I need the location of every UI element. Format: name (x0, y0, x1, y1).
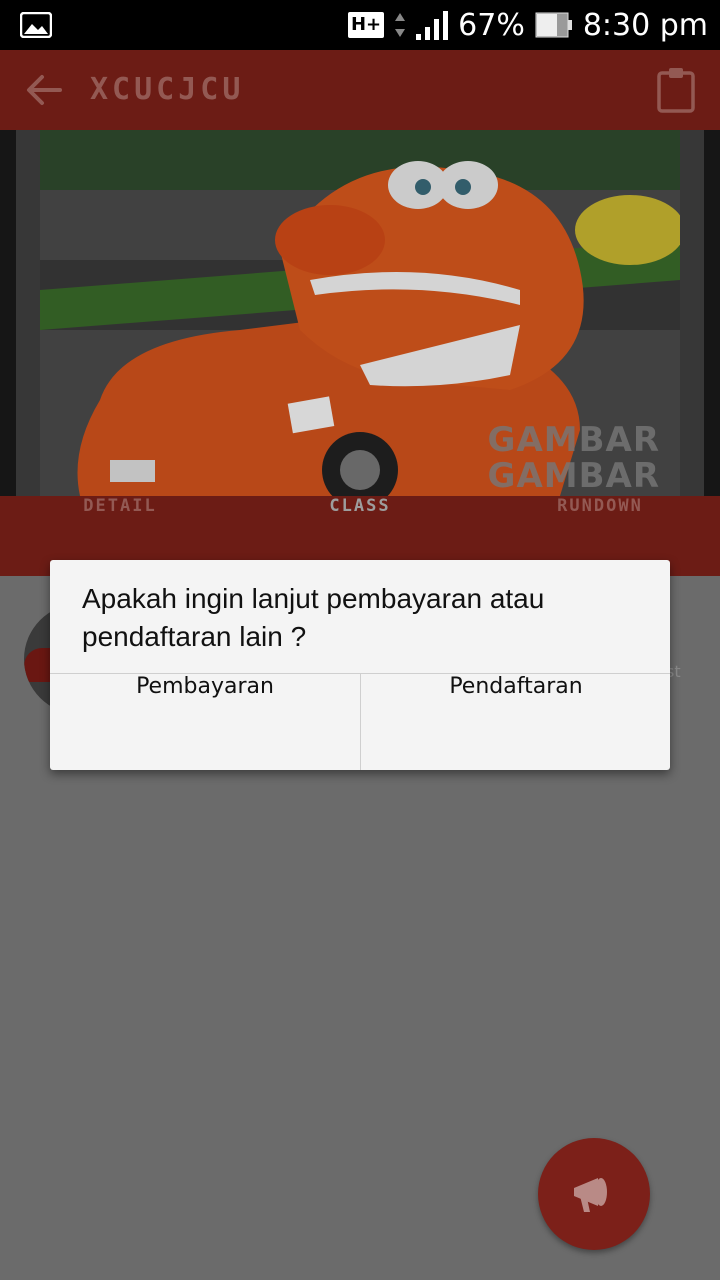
watermark-line-2: GAMBAR (487, 456, 660, 496)
signal-strength-icon (416, 11, 449, 40)
status-bar: H+ 67% 8:30 pm (0, 0, 720, 50)
clipboard-icon[interactable] (656, 66, 696, 114)
announcement-fab-button[interactable] (538, 1138, 650, 1250)
dialog-message: Apakah ingin lanjut pembayaran atau pend… (82, 583, 545, 652)
gallery-notification-icon (20, 12, 52, 38)
battery-percentage: 67% (458, 7, 525, 43)
pendaftaran-button[interactable]: Pendaftaran (361, 674, 671, 770)
network-type-indicator: H+ (347, 12, 385, 38)
data-activity-icon (395, 13, 406, 37)
megaphone-icon (574, 1178, 607, 1212)
pembayaran-button[interactable]: Pembayaran (50, 674, 360, 770)
page-title: XCUCJCU (90, 72, 245, 107)
clock: 8:30 pm (582, 7, 708, 43)
watermark-line-1: GAMBAR (487, 420, 660, 460)
watermark: GAMBAR GAMBAR (488, 422, 660, 494)
event-banner: GAMBAR GAMBAR (0, 130, 720, 496)
back-arrow-icon[interactable] (24, 70, 64, 110)
app-bar: XCUCJCU (0, 50, 720, 130)
confirmation-dialog: Apakah ingin lanjut pembayaran atau pend… (50, 560, 670, 770)
battery-icon (535, 12, 572, 38)
